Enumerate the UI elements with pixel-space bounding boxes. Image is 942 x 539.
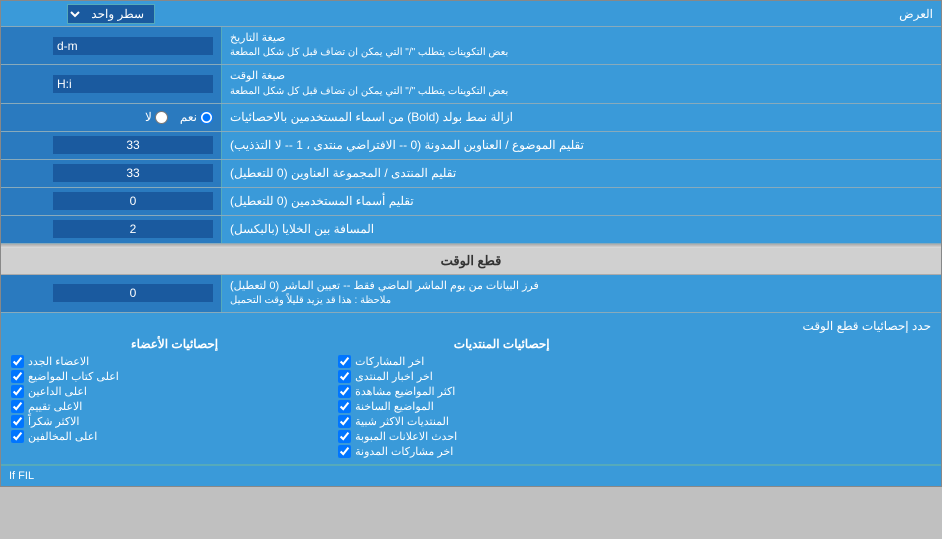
stat-top-authors[interactable]: اعلى كتاب المواضيع bbox=[11, 370, 338, 383]
date-format-label: صيغة التاريخ بعض التكوينات يتطلب "/" الت… bbox=[221, 27, 941, 64]
sort-subjects-input-area[interactable]: 33 bbox=[1, 132, 221, 159]
stat-forum-news[interactable]: اخر اخبار المنتدى bbox=[338, 370, 665, 383]
radio-no-label[interactable]: لا bbox=[145, 110, 168, 124]
sort-subjects-label: تقليم الموضوع / العناوين المدونة (0 -- ا… bbox=[221, 132, 941, 159]
checkbox-classified-ads[interactable] bbox=[338, 430, 351, 443]
stat-new-members[interactable]: الاعضاء الجدد bbox=[11, 355, 338, 368]
stat-top-rated[interactable]: الاعلى تقييم bbox=[11, 400, 338, 413]
checkbox-top-violators[interactable] bbox=[11, 430, 24, 443]
checkbox-top-rated[interactable] bbox=[11, 400, 24, 413]
sort-forum-label: تقليم المنتدى / المجموعة العناوين (0 للت… bbox=[221, 160, 941, 187]
stats-section: حدد إحصائيات قطع الوقت إحصائيات المنتديا… bbox=[1, 313, 941, 465]
time-format-label: صيغة الوقت بعض التكوينات يتطلب "/" التي … bbox=[221, 65, 941, 102]
cell-spacing-input[interactable]: 2 bbox=[53, 220, 213, 238]
cutoff-row: فرز البيانات من يوم الماشر الماضي فقط --… bbox=[1, 275, 941, 313]
date-format-input[interactable]: d-m bbox=[53, 37, 213, 55]
stat-top-inviters[interactable]: اعلى الداعين bbox=[11, 385, 338, 398]
checkbox-top-authors[interactable] bbox=[11, 370, 24, 383]
checkbox-last-posts[interactable] bbox=[338, 355, 351, 368]
stat-last-posts[interactable]: اخر المشاركات bbox=[338, 355, 665, 368]
checkbox-most-thanked[interactable] bbox=[11, 415, 24, 428]
member-stats-header: إحصائيات الأعضاء bbox=[11, 337, 338, 351]
forum-stats-header: إحصائيات المنتديات bbox=[338, 337, 665, 351]
checkbox-blog-posts[interactable] bbox=[338, 445, 351, 458]
stat-top-violators[interactable]: اعلى المخالفين bbox=[11, 430, 338, 443]
remove-bold-radio-group: نعم لا bbox=[145, 110, 213, 124]
checkbox-top-inviters[interactable] bbox=[11, 385, 24, 398]
sort-subjects-input[interactable]: 33 bbox=[53, 136, 213, 154]
display-mode-label: العرض bbox=[221, 3, 941, 25]
checkbox-most-viewed[interactable] bbox=[338, 385, 351, 398]
stat-hot-topics[interactable]: المواضيع الساخنة bbox=[338, 400, 665, 413]
stat-most-viewed[interactable]: اكثر المواضيع مشاهدة bbox=[338, 385, 665, 398]
sort-forum-row: تقليم المنتدى / المجموعة العناوين (0 للت… bbox=[1, 160, 941, 188]
sort-forum-input[interactable]: 33 bbox=[53, 164, 213, 182]
cell-spacing-input-area[interactable]: 2 bbox=[1, 216, 221, 243]
checkbox-popular-forums[interactable] bbox=[338, 415, 351, 428]
radio-yes[interactable] bbox=[200, 111, 213, 124]
radio-no[interactable] bbox=[155, 111, 168, 124]
radio-yes-label[interactable]: نعم bbox=[180, 110, 213, 124]
col-label bbox=[665, 337, 931, 458]
cutoff-input-area[interactable]: 0 bbox=[1, 275, 221, 312]
display-mode-select[interactable]: سطر واحد سطرين ثلاثة أسطر bbox=[67, 4, 155, 24]
date-format-row: صيغة التاريخ بعض التكوينات يتطلب "/" الت… bbox=[1, 27, 941, 65]
stats-header: حدد إحصائيات قطع الوقت bbox=[11, 319, 931, 333]
sort-subjects-row: تقليم الموضوع / العناوين المدونة (0 -- ا… bbox=[1, 132, 941, 160]
cutoff-input[interactable]: 0 bbox=[53, 284, 213, 302]
stat-popular-forums[interactable]: المنتديات الاكثر شبية bbox=[338, 415, 665, 428]
display-mode-row: العرض سطر واحد سطرين ثلاثة أسطر bbox=[1, 1, 941, 27]
main-container: العرض سطر واحد سطرين ثلاثة أسطر صيغة الت… bbox=[0, 0, 942, 487]
time-format-input[interactable]: H:i bbox=[53, 75, 213, 93]
stat-blog-posts[interactable]: اخر مشاركات المدونة bbox=[338, 445, 665, 458]
display-mode-select-area[interactable]: سطر واحد سطرين ثلاثة أسطر bbox=[1, 2, 221, 26]
cutoff-section-header: قطع الوقت bbox=[1, 248, 941, 275]
stat-classified-ads[interactable]: احدث الاعلانات المبوبة bbox=[338, 430, 665, 443]
remove-bold-input-area: نعم لا bbox=[1, 104, 221, 131]
remove-bold-row: ازالة نمط بولد (Bold) من اسماء المستخدمي… bbox=[1, 104, 941, 132]
col3-header-spacer bbox=[665, 337, 927, 355]
trim-usernames-label: تقليم أسماء المستخدمين (0 للتعطيل) bbox=[221, 188, 941, 215]
cell-spacing-row: المسافة بين الخلايا (بالبكسل) 2 bbox=[1, 216, 941, 244]
time-format-row: صيغة الوقت بعض التكوينات يتطلب "/" التي … bbox=[1, 65, 941, 103]
forum-stats-col: إحصائيات المنتديات اخر المشاركات اخر اخب… bbox=[338, 337, 665, 458]
checkbox-new-members[interactable] bbox=[11, 355, 24, 368]
checkbox-hot-topics[interactable] bbox=[338, 400, 351, 413]
stat-most-thanked[interactable]: الاكثر شكراً bbox=[11, 415, 338, 428]
date-format-input-area[interactable]: d-m bbox=[1, 27, 221, 64]
member-stats-col: إحصائيات الأعضاء الاعضاء الجدد اعلى كتاب… bbox=[11, 337, 338, 458]
time-format-input-area[interactable]: H:i bbox=[1, 65, 221, 102]
trim-usernames-input[interactable]: 0 bbox=[53, 192, 213, 210]
trim-usernames-row: تقليم أسماء المستخدمين (0 للتعطيل) 0 bbox=[1, 188, 941, 216]
sort-forum-input-area[interactable]: 33 bbox=[1, 160, 221, 187]
footer-text: If FIL bbox=[9, 470, 34, 482]
trim-usernames-input-area[interactable]: 0 bbox=[1, 188, 221, 215]
footer: If FIL bbox=[1, 465, 941, 486]
stats-columns: إحصائيات المنتديات اخر المشاركات اخر اخب… bbox=[11, 337, 931, 458]
cutoff-label: فرز البيانات من يوم الماشر الماضي فقط --… bbox=[221, 275, 941, 312]
checkbox-forum-news[interactable] bbox=[338, 370, 351, 383]
remove-bold-label: ازالة نمط بولد (Bold) من اسماء المستخدمي… bbox=[221, 104, 941, 131]
cell-spacing-label: المسافة بين الخلايا (بالبكسل) bbox=[221, 216, 941, 243]
